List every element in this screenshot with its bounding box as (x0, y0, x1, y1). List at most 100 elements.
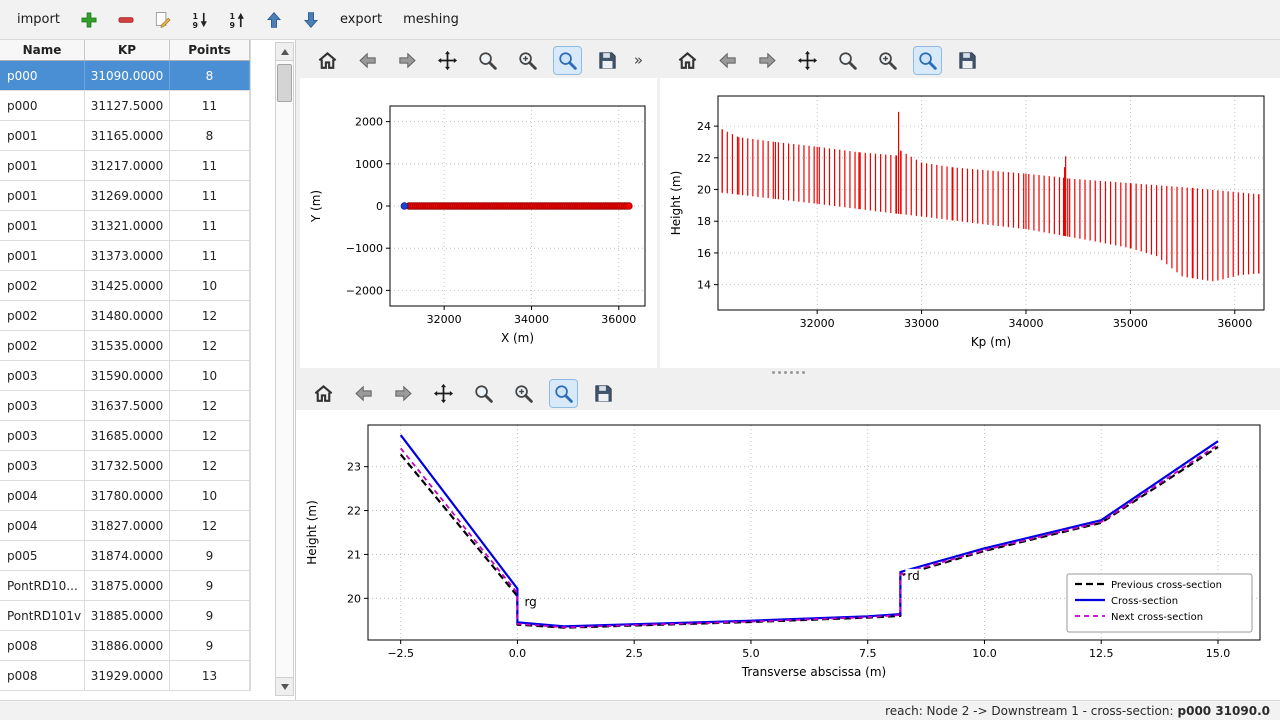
home-button[interactable] (674, 47, 701, 74)
zoom-in-button[interactable] (510, 380, 537, 407)
column-header-kp[interactable]: KP (85, 40, 170, 60)
table-scrollbar[interactable] (275, 42, 294, 696)
table-cell: 31875.0000 (85, 571, 170, 600)
home-button[interactable] (314, 47, 341, 74)
table-cell: 11 (170, 181, 250, 210)
cross-sections-table: NameKPPoints p00031090.00008p00031127.50… (0, 40, 251, 691)
table-row[interactable]: p00231425.000010 (0, 271, 250, 301)
sort-descending-button[interactable]: 19 (222, 6, 252, 34)
import-button[interactable]: import (10, 6, 67, 34)
table-cell: 9 (170, 541, 250, 570)
pan-button[interactable] (430, 380, 457, 407)
column-header-name[interactable]: Name (0, 40, 85, 60)
column-header-points[interactable]: Points (170, 40, 250, 60)
sort-ascending-button[interactable]: 19 (185, 6, 215, 34)
scrollbar-thumb[interactable] (277, 64, 292, 102)
edit-button[interactable] (148, 6, 178, 34)
svg-text:−2.5: −2.5 (387, 647, 414, 660)
splitter-handle[interactable] (296, 368, 1280, 376)
table-row[interactable]: p00031127.500011 (0, 91, 250, 121)
save-button[interactable] (594, 47, 621, 74)
svg-text:−2000: −2000 (346, 284, 383, 297)
meshing-button[interactable]: meshing (396, 6, 466, 34)
scroll-down-button[interactable] (276, 677, 293, 695)
table-row[interactable]: p00131165.00008 (0, 121, 250, 151)
table-cell: 13 (170, 661, 250, 690)
pan-button[interactable] (434, 47, 461, 74)
table-cell: 31269.0000 (85, 181, 170, 210)
home-icon (676, 49, 699, 72)
table-cell: p001 (0, 211, 85, 240)
table-cell: 31886.0000 (85, 631, 170, 660)
table-row[interactable]: p00131373.000011 (0, 241, 250, 271)
table-row[interactable]: p00831929.000013 (0, 661, 250, 691)
table-cell: p003 (0, 391, 85, 420)
table-cell: 31217.0000 (85, 151, 170, 180)
cross-section-canvas[interactable]: rgrd−2.50.02.55.07.510.012.515.020212223… (296, 410, 1280, 700)
zoom-button[interactable] (470, 380, 497, 407)
forward-button[interactable] (754, 47, 781, 74)
scroll-up-button[interactable] (276, 43, 293, 61)
home-button[interactable] (310, 380, 337, 407)
table-cell: p004 (0, 481, 85, 510)
table-cell: 8 (170, 121, 250, 150)
pan-icon (796, 49, 819, 72)
zoom-area-button[interactable] (914, 47, 941, 74)
table-cell: 9 (170, 601, 250, 630)
longitudinal-view-canvas[interactable]: 3200033000340003500036000141618202224Kp … (660, 78, 1280, 368)
table-row[interactable]: PontRD10...31875.00009 (0, 571, 250, 601)
forward-button[interactable] (394, 47, 421, 74)
table-row[interactable]: p00031090.00008 (0, 61, 250, 91)
forward-button[interactable] (390, 380, 417, 407)
table-row[interactable]: p00231480.000012 (0, 301, 250, 331)
save-button[interactable] (954, 47, 981, 74)
table-row[interactable]: p00231535.000012 (0, 331, 250, 361)
move-down-button[interactable] (296, 6, 326, 34)
table-row[interactable]: p00431827.000012 (0, 511, 250, 541)
table-cell: 31885.0000 (85, 601, 170, 630)
table-row[interactable]: p00331590.000010 (0, 361, 250, 391)
zoom-in-button[interactable] (874, 47, 901, 74)
table-cell: 11 (170, 91, 250, 120)
svg-text:36000: 36000 (1217, 317, 1252, 330)
add-button[interactable] (74, 6, 104, 34)
table-row[interactable]: p00331732.500012 (0, 451, 250, 481)
chart-svg: 3200033000340003500036000141618202224Kp … (660, 78, 1280, 368)
cross-section-figure: rgrd−2.50.02.55.07.510.012.515.020212223… (296, 376, 1280, 700)
move-up-button[interactable] (259, 6, 289, 34)
save-icon (592, 382, 615, 405)
zoom-button[interactable] (834, 47, 861, 74)
plan-view-canvas[interactable]: 320003400036000−2000−1000010002000X (m)Y… (300, 78, 657, 368)
table-row[interactable]: p00331685.000012 (0, 421, 250, 451)
table-cell: 10 (170, 481, 250, 510)
toolbar-overflow-button[interactable]: » (634, 51, 643, 69)
zoom-in-button[interactable] (514, 47, 541, 74)
svg-text:12.5: 12.5 (1089, 647, 1114, 660)
table-row[interactable]: p00531874.00009 (0, 541, 250, 571)
remove-button[interactable] (111, 6, 141, 34)
table-row[interactable]: p00131321.000011 (0, 211, 250, 241)
table-row[interactable]: p00131269.000011 (0, 181, 250, 211)
svg-text:9: 9 (229, 20, 235, 29)
back-button[interactable] (714, 47, 741, 74)
back-icon (356, 49, 379, 72)
svg-text:7.5: 7.5 (859, 647, 877, 660)
table-cell: 31874.0000 (85, 541, 170, 570)
back-button[interactable] (354, 47, 381, 74)
table-row[interactable]: PontRD101v31885.00009 (0, 601, 250, 631)
table-row[interactable]: p00431780.000010 (0, 481, 250, 511)
svg-text:15.0: 15.0 (1206, 647, 1231, 660)
save-button[interactable] (590, 380, 617, 407)
svg-text:1: 1 (192, 11, 198, 20)
zoom-area-button[interactable] (550, 380, 577, 407)
back-button[interactable] (350, 380, 377, 407)
table-row[interactable]: p00831886.00009 (0, 631, 250, 661)
svg-text:−1000: −1000 (346, 242, 383, 255)
zoom-button[interactable] (474, 47, 501, 74)
table-row[interactable]: p00331637.500012 (0, 391, 250, 421)
table-row[interactable]: p00131217.000011 (0, 151, 250, 181)
pan-button[interactable] (794, 47, 821, 74)
chart-svg: 320003400036000−2000−1000010002000X (m)Y… (300, 78, 657, 368)
zoom-area-button[interactable] (554, 47, 581, 74)
export-button[interactable]: export (333, 6, 389, 34)
